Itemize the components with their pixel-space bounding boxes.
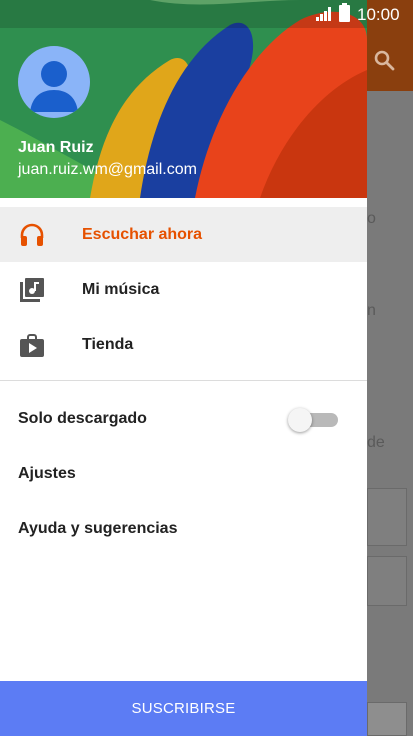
navigation-drawer: Juan Ruiz juan.ruiz.wm@gmail.com Escucha…: [0, 0, 367, 736]
background-card: [367, 702, 407, 736]
background-text: de: [367, 434, 385, 451]
offline-only-switch[interactable]: [288, 408, 340, 432]
account-email: juan.ruiz.wm@gmail.com: [18, 161, 197, 178]
settings-label: Ajustes: [18, 465, 76, 482]
divider: [0, 380, 367, 381]
headphones-icon: [20, 223, 44, 246]
music-library-icon: [20, 277, 44, 302]
nav-item-label: Escuchar ahora: [82, 225, 203, 243]
battery-icon: [339, 3, 350, 22]
background-text: n: [367, 302, 376, 319]
search-icon[interactable]: [372, 48, 396, 72]
background-card: [367, 488, 407, 546]
nav-item-label: Mi música: [82, 280, 160, 298]
nav-item-store[interactable]: Tienda: [0, 317, 367, 372]
nav-item-listen-now[interactable]: Escuchar ahora: [0, 207, 367, 262]
offline-only-label: Solo descargado: [18, 410, 147, 427]
settings-item[interactable]: Ajustes: [0, 447, 367, 502]
signal-icon: [316, 7, 331, 21]
account-header[interactable]: Juan Ruiz juan.ruiz.wm@gmail.com: [0, 0, 367, 198]
person-icon: [30, 61, 78, 112]
switch-thumb: [288, 408, 312, 432]
screen: o n de 10:00 Juan Ruiz juan.ruiz.wm@gmai…: [0, 0, 413, 736]
offline-only-toggle-row[interactable]: Solo descargado: [0, 392, 367, 447]
background-text: o: [367, 210, 376, 227]
account-name: Juan Ruiz: [18, 139, 94, 156]
store-bag-icon: [20, 333, 44, 357]
help-feedback-item[interactable]: Ayuda y sugerencias: [0, 502, 367, 557]
nav-item-label: Tienda: [82, 335, 134, 353]
help-feedback-label: Ayuda y sugerencias: [18, 520, 178, 537]
background-card: [367, 556, 407, 606]
status-bar: 10:00: [0, 0, 413, 28]
avatar[interactable]: [18, 46, 90, 118]
nav-item-my-music[interactable]: Mi música: [0, 262, 367, 317]
status-time: 10:00: [357, 5, 400, 24]
subscribe-button[interactable]: SUSCRIBIRSE: [0, 681, 367, 736]
